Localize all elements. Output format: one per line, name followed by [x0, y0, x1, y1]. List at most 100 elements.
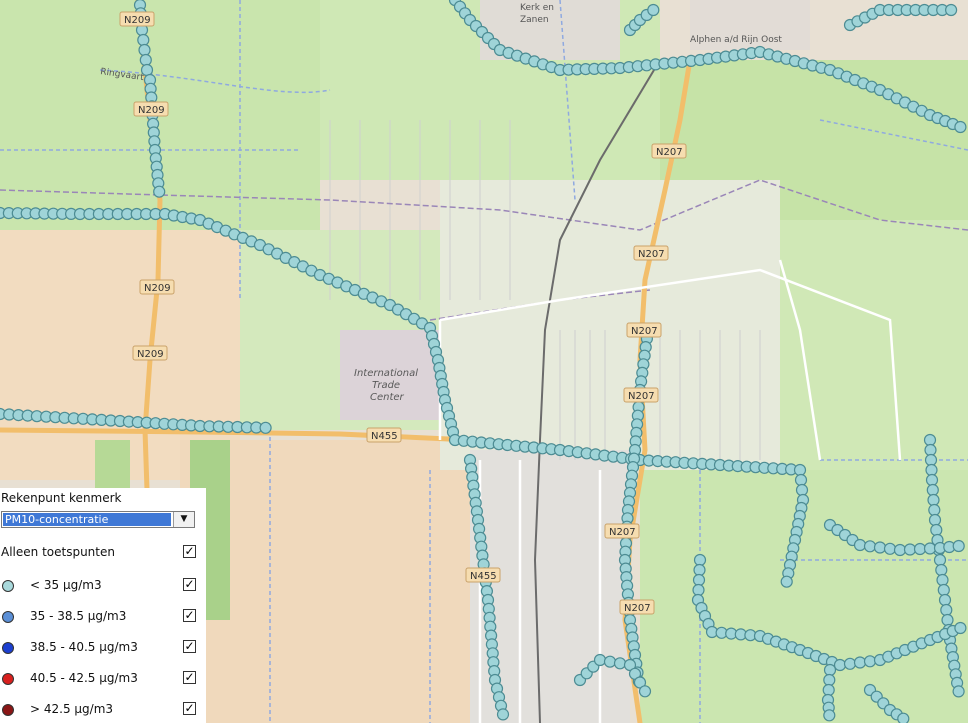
receptor-point[interactable] [843, 657, 857, 670]
greenhouse-area [440, 180, 780, 470]
receptor-point[interactable] [952, 685, 965, 698]
legend-label: > 42.5 µg/m3 [30, 702, 114, 716]
characteristic-select[interactable]: PM10-concentratie ▼ [1, 511, 195, 528]
receptor-point[interactable] [925, 473, 939, 487]
legend-label: 35 - 38.5 µg/m3 [30, 609, 127, 623]
receptor-point[interactable] [926, 483, 939, 497]
receptor-point[interactable] [693, 553, 707, 567]
svg-text:N209: N209 [138, 105, 165, 116]
receptor-point[interactable] [873, 541, 887, 554]
receptor-point[interactable] [823, 663, 837, 677]
receptor-point[interactable] [925, 463, 938, 477]
legend-checkbox[interactable]: ✓ [183, 640, 196, 653]
receptor-point[interactable] [903, 543, 917, 556]
svg-text:N455: N455 [371, 431, 398, 442]
svg-text:N207: N207 [628, 391, 655, 402]
receptor-point[interactable] [692, 573, 706, 587]
receptor-point[interactable] [930, 523, 943, 537]
receptor-point[interactable] [853, 656, 867, 669]
legend-checkbox[interactable]: ✓ [183, 702, 196, 715]
road-shield-n207: N207 [626, 322, 662, 338]
receptor-point[interactable] [603, 655, 617, 668]
road-shield-n209: N209 [119, 11, 155, 27]
legend-item: 38.5 - 40.5 µg/m3 ✓ [0, 638, 206, 658]
road-shield-n209: N209 [139, 279, 175, 295]
chevron-down-icon[interactable]: ▼ [173, 512, 194, 527]
receptor-point[interactable] [938, 593, 952, 607]
legend-checkbox[interactable]: ✓ [183, 578, 196, 591]
only-test-points-row: Alleen toetspunten ✓ [0, 543, 206, 563]
receptor-point[interactable] [138, 43, 151, 57]
receptor-point[interactable] [937, 583, 950, 597]
legend-item: 40.5 - 42.5 µg/m3 ✓ [0, 669, 206, 689]
svg-text:N455: N455 [470, 571, 497, 582]
receptor-point[interactable] [833, 658, 847, 672]
receptor-point[interactable] [613, 657, 627, 670]
receptor-point[interactable] [928, 503, 941, 517]
receptor-point[interactable] [863, 540, 877, 553]
receptor-point[interactable] [944, 3, 958, 17]
svg-text:N209: N209 [144, 283, 171, 294]
receptor-point[interactable] [139, 53, 152, 67]
receptor-point[interactable] [928, 513, 942, 527]
receptor-point[interactable] [954, 120, 967, 134]
place-label-line-2: Zanen [520, 15, 549, 25]
receptor-point[interactable] [924, 453, 938, 467]
legend-label: 38.5 - 40.5 µg/m3 [30, 640, 138, 654]
legend-swatch-icon [2, 611, 14, 623]
road-shield-n455: N455 [366, 427, 402, 443]
receptor-point[interactable] [259, 421, 272, 434]
receptor-point[interactable] [924, 443, 937, 457]
legend-checkbox[interactable]: ✓ [183, 671, 196, 684]
only-test-points-checkbox[interactable]: ✓ [183, 545, 196, 558]
receptor-point[interactable] [823, 673, 836, 687]
receptor-point[interactable] [954, 621, 967, 635]
legend-item: < 35 µg/m3 ✓ [0, 576, 206, 596]
receptor-point[interactable] [897, 712, 910, 723]
road-shield-n455: N455 [465, 567, 501, 583]
svg-text:N207: N207 [656, 147, 683, 158]
receptor-point[interactable] [692, 583, 705, 597]
receptor-point[interactable] [893, 543, 907, 557]
legend-swatch-icon [2, 704, 14, 716]
legend-panel: Rekenpunt kenmerk PM10-concentratie ▼ Al… [0, 488, 206, 723]
place-label-alphen-oost: Alphen a/d Rijn Oost [690, 35, 782, 45]
svg-text:N207: N207 [624, 603, 651, 614]
receptor-point[interactable] [693, 563, 706, 577]
receptor-point[interactable] [593, 653, 607, 667]
receptor-point[interactable] [952, 539, 965, 553]
receptor-point[interactable] [935, 563, 948, 577]
svg-text:N209: N209 [124, 15, 151, 26]
receptor-point[interactable] [936, 573, 949, 587]
receptor-point[interactable] [941, 613, 954, 627]
receptor-point[interactable] [923, 433, 937, 447]
receptor-point[interactable] [853, 538, 867, 552]
receptor-point[interactable] [927, 493, 940, 507]
receptor-point[interactable] [883, 542, 897, 555]
receptor-point[interactable] [822, 683, 835, 697]
receptor-point[interactable] [794, 473, 808, 487]
road-shield-n207: N207 [604, 523, 640, 539]
select-value: PM10-concentratie [3, 513, 171, 526]
receptor-point[interactable] [647, 3, 660, 17]
receptor-point[interactable] [923, 542, 937, 555]
receptor-point[interactable] [780, 575, 793, 588]
receptor-point[interactable] [638, 685, 652, 698]
receptor-point[interactable] [793, 463, 807, 477]
receptor-point[interactable] [496, 708, 510, 721]
receptor-point[interactable] [933, 553, 947, 567]
receptor-point[interactable] [823, 709, 836, 722]
panel-title: Rekenpunt kenmerk [1, 491, 122, 505]
road-shield-n209: N209 [132, 345, 168, 361]
receptor-point[interactable] [913, 542, 927, 556]
svg-text:N207: N207 [638, 249, 665, 260]
legend-checkbox[interactable]: ✓ [183, 609, 196, 622]
receptor-point[interactable] [863, 655, 877, 668]
receptor-point[interactable] [153, 185, 166, 198]
road-shield-n207: N207 [623, 387, 659, 403]
receptor-point[interactable] [795, 483, 809, 497]
legend-label: < 35 µg/m3 [30, 578, 102, 592]
receptor-point[interactable] [940, 603, 953, 617]
legend-item: > 42.5 µg/m3 ✓ [0, 700, 206, 720]
receptor-point[interactable] [137, 33, 150, 47]
